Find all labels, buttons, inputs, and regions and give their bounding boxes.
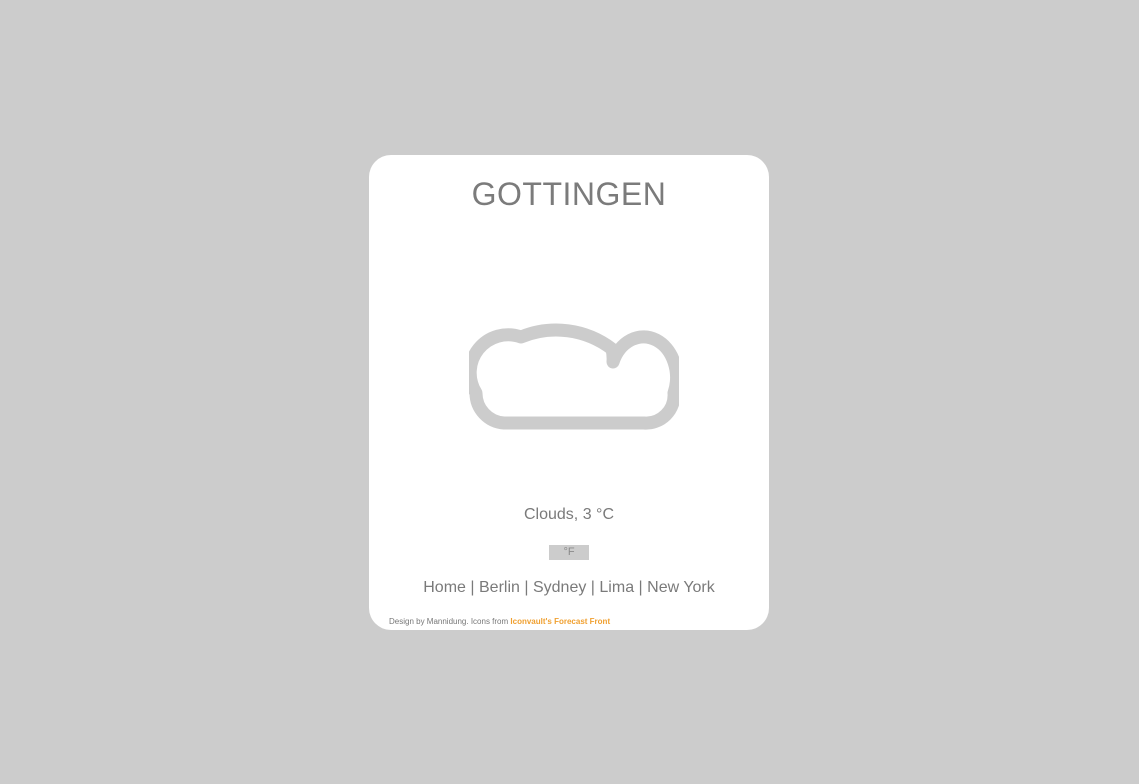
city-title: GOTTINGEN	[471, 176, 667, 212]
nav-link-home[interactable]: Home	[423, 579, 466, 596]
credit-footer: Design by Mannidung. Icons from Iconvaul…	[389, 617, 610, 627]
nav-separator: |	[590, 579, 595, 596]
nav-separator: |	[638, 579, 643, 596]
weather-card: GOTTINGEN Clouds, 3 °C °F Home | Berlin …	[369, 155, 769, 630]
cloud-icon	[469, 283, 679, 433]
unit-toggle-button[interactable]: °F	[549, 545, 589, 560]
nav-separator: |	[524, 579, 529, 596]
city-nav: Home | Berlin | Sydney | Lima | New York	[369, 578, 769, 598]
nav-separator: |	[470, 579, 475, 596]
nav-link-berlin[interactable]: Berlin	[479, 579, 520, 596]
nav-link-sydney[interactable]: Sydney	[533, 579, 586, 596]
nav-link-lima[interactable]: Lima	[599, 579, 634, 596]
weather-condition: Clouds, 3 °C	[524, 506, 614, 523]
credit-link[interactable]: Iconvault's Forecast Front	[510, 617, 610, 626]
credit-text: Design by Mannidung. Icons from	[389, 617, 509, 626]
nav-link-new-york[interactable]: New York	[647, 579, 715, 596]
